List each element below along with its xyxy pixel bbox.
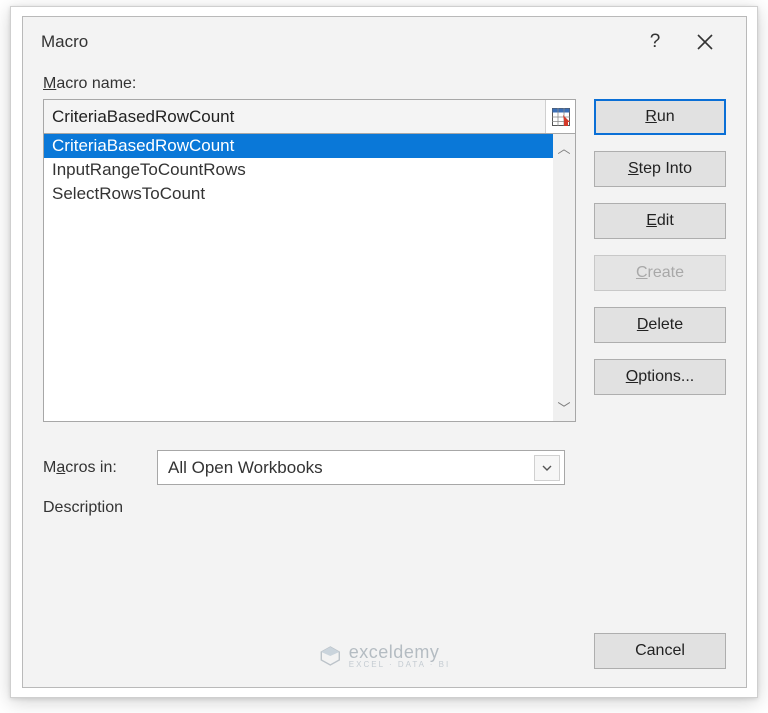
scroll-up-icon: ︿ [557,138,570,157]
watermark-subtext: EXCEL · DATA · BI [349,661,450,669]
edit-button[interactable]: Edit [594,203,726,239]
macro-name-input[interactable] [44,100,545,133]
help-icon: ? [650,31,661,53]
titlebar: Macro ? [23,17,746,67]
left-column: CriteriaBasedRowCount InputRangeToCountR… [43,99,576,422]
list-item[interactable]: SelectRowsToCount [44,182,575,206]
list-item[interactable]: CriteriaBasedRowCount [44,134,553,158]
dialog-title: Macro [41,32,630,52]
create-button: Create [594,255,726,291]
scrollbar[interactable]: ︿ ﹀ [553,134,575,421]
chevron-down-icon [534,455,560,481]
cancel-button[interactable]: Cancel [594,633,726,669]
step-into-button[interactable]: Step Into [594,151,726,187]
watermark: exceldemy EXCEL · DATA · BI [319,643,450,669]
macros-in-value: All Open Workbooks [168,458,323,478]
scroll-down-icon: ﹀ [557,398,570,417]
run-button[interactable]: Run [594,99,726,135]
macro-name-label: Macro name: [43,75,726,93]
macros-in-dropdown[interactable]: All Open Workbooks [157,450,565,485]
macro-name-input-row [43,99,576,134]
cancel-row: Cancel [594,633,726,669]
range-picker-button[interactable] [545,100,575,133]
macro-dialog: Macro ? Macro name: [22,16,747,688]
close-button[interactable] [680,22,730,62]
macro-listbox[interactable]: CriteriaBasedRowCount InputRangeToCountR… [43,134,576,422]
help-button[interactable]: ? [630,22,680,62]
dialog-content: Macro name: [23,67,746,687]
description-label: Description [43,499,726,517]
spreadsheet-icon [552,108,570,126]
macros-in-row: Macros in: All Open Workbooks [43,450,726,485]
watermark-icon [319,645,341,667]
button-column: Run Step Into Edit Create Delete Options… [594,99,726,422]
main-row: CriteriaBasedRowCount InputRangeToCountR… [43,99,726,422]
delete-button[interactable]: Delete [594,307,726,343]
options-button[interactable]: Options... [594,359,726,395]
close-icon [697,34,713,50]
list-item[interactable]: InputRangeToCountRows [44,158,575,182]
macros-in-label: Macros in: [43,459,143,477]
watermark-text: exceldemy [349,643,450,661]
